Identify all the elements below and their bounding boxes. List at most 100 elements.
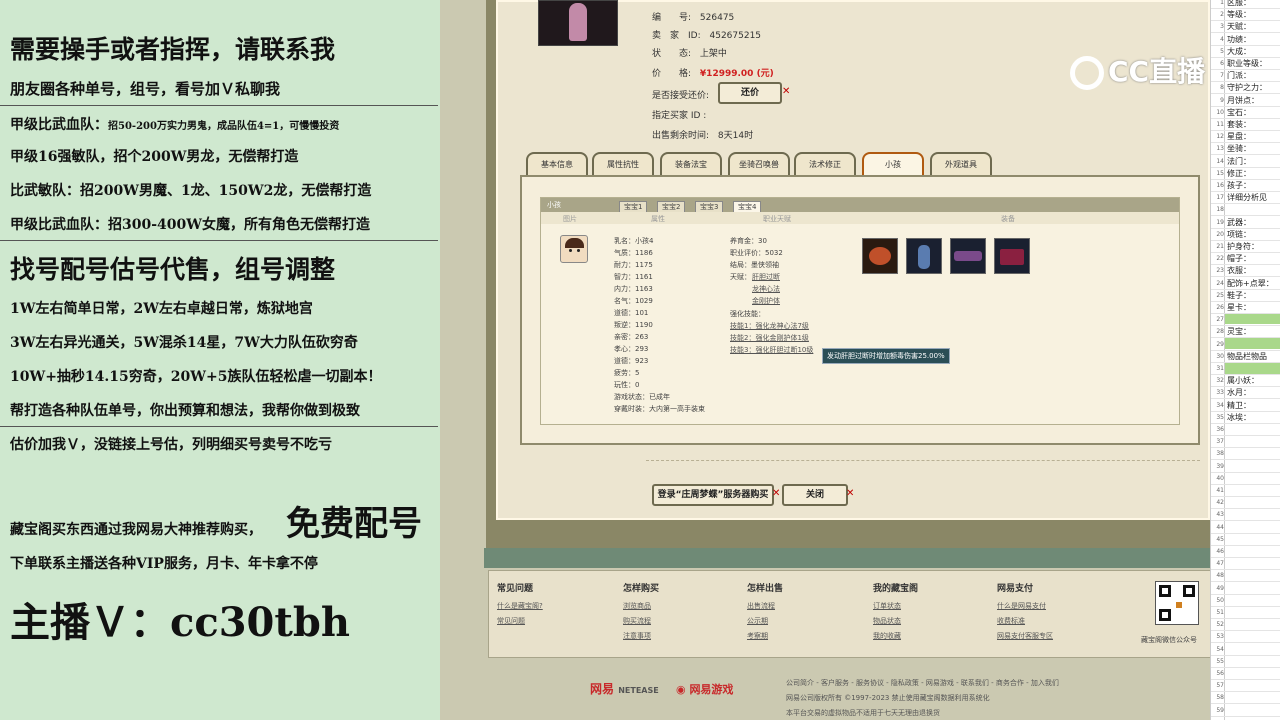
skill-link[interactable]: 技能3：强化肝胆过断10级 [730, 345, 813, 355]
child-equip-slot[interactable] [862, 238, 898, 274]
sheet-cell[interactable]: 坐骑： [1227, 143, 1251, 154]
sheet-cell[interactable]: 灵宝： [1227, 326, 1251, 337]
tab-basic-info[interactable]: 基本信息 [526, 152, 588, 176]
footer-link[interactable]: 什么是藏宝阁? [497, 601, 543, 611]
col-header-image: 图片 [563, 215, 577, 223]
talent-link[interactable]: 龙神心法 [752, 284, 780, 294]
footer-link[interactable]: 浏览商品 [623, 601, 651, 611]
overlay-line: 估价加我Ｖ，没链接上号估，列明细买号卖号不吃亏 [10, 437, 332, 453]
close-icon: ✕ [772, 488, 781, 499]
sheet-row [1211, 93, 1280, 94]
sheet-row-number: 14 [1216, 158, 1224, 165]
child-equip-slot[interactable] [950, 238, 986, 274]
sheet-cell[interactable]: 武器： [1227, 217, 1251, 228]
sheet-cell[interactable]: 护身符： [1227, 241, 1259, 252]
tab-equipment[interactable]: 装备法宝 [660, 152, 722, 176]
sheet-cell[interactable]: 精卫： [1227, 400, 1251, 411]
footer-link[interactable]: 出售流程 [747, 601, 775, 611]
sheet-cell[interactable]: 法门： [1227, 156, 1251, 167]
sheet-row-number: 42 [1216, 499, 1224, 506]
sheet-row [1211, 642, 1280, 643]
sheet-cell[interactable]: 守护之力： [1227, 82, 1267, 93]
close-button[interactable]: 关闭 [782, 484, 848, 506]
talent-link[interactable]: 金刚护体 [752, 296, 780, 306]
sheet-cell[interactable]: 天赋： [1227, 21, 1251, 32]
sheet-cell[interactable]: 帽子： [1227, 253, 1251, 264]
overlay-headline: 需要操手或者指挥，请联系我 [10, 35, 336, 64]
sheet-cell[interactable]: 套装： [1227, 119, 1251, 130]
footer-link[interactable]: 我的收藏 [873, 631, 901, 641]
overlay-line: 比武敏队：招200W男魔、1龙、150W2龙，无偿帮打造 [10, 183, 372, 199]
sheet-row [1211, 630, 1280, 631]
sheet-cell[interactable]: 项链： [1227, 229, 1251, 240]
sheet-row [1211, 667, 1280, 668]
footer-link[interactable]: 收费标准 [997, 616, 1025, 626]
footer-bottom-links[interactable]: 公司简介 - 客户服务 - 服务协议 - 隐私政策 - 网易游戏 - 联系我们 … [786, 678, 1059, 688]
child-equip-slot[interactable] [994, 238, 1030, 274]
sheet-row-number: 31 [1216, 365, 1224, 372]
tab-child[interactable]: 小孩 [862, 152, 924, 176]
skill-link[interactable]: 技能1：强化龙神心法7级 [730, 321, 809, 331]
footer-link[interactable]: 公示期 [747, 616, 768, 626]
sheet-cell[interactable]: 配饰+点翠： [1227, 278, 1274, 289]
sheet-row [1211, 508, 1280, 509]
stream-watermark: CC直播 [1070, 50, 1205, 90]
sheet-cell[interactable]: 职业等级： [1227, 58, 1267, 69]
spreadsheet-panel: 1 区服： 2 等级： 3 天赋： 4 功绩： 5 大成： 6 职业等级： 7 门派： 8 守护之力： 9 月饼点… [1210, 0, 1280, 720]
sheet-cell[interactable]: 物品栏物品 [1227, 351, 1267, 362]
sheet-cell[interactable]: 星盘： [1227, 131, 1251, 142]
sheet-row-number: 38 [1216, 450, 1224, 457]
tab-spell-correction[interactable]: 法术修正 [794, 152, 856, 176]
sheet-cell[interactable]: 修正： [1227, 168, 1251, 179]
footer-link[interactable]: 购买流程 [623, 616, 651, 626]
sheet-row-number: 12 [1216, 133, 1224, 140]
sheet-cell[interactable]: 衣服： [1227, 265, 1251, 276]
footer-link[interactable]: 考察期 [747, 631, 768, 641]
sheet-row-number: 15 [1216, 170, 1224, 177]
child-attr: 名气：1029 [614, 297, 653, 305]
sheet-row-number: 26 [1216, 304, 1224, 311]
qr-code [1155, 581, 1199, 625]
sheet-cell[interactable]: 月饼点： [1227, 95, 1259, 106]
sheet-cell[interactable]: 大成： [1227, 46, 1251, 57]
skill-link[interactable]: 技能2：强化金刚护体1级 [730, 333, 809, 343]
tab-mounts-summons[interactable]: 坐骑召唤兽 [728, 152, 790, 176]
sheet-cell[interactable]: 水月： [1227, 387, 1251, 398]
footer-link[interactable]: 什么是网易支付 [997, 601, 1046, 611]
sheet-row [1211, 423, 1280, 424]
highlight-row [1225, 363, 1280, 374]
skill-tooltip: 发动肝胆过断时增加额毒伤害25.00% [822, 348, 950, 364]
overlay-line: 帮打造各种队伍单号，你出预算和想法，我帮你做到极致 [10, 403, 360, 419]
sheet-row [1211, 484, 1280, 485]
child-equip-slot[interactable] [906, 238, 942, 274]
login-server-purchase-button[interactable]: 登录“庄周梦蝶”服务器购买 [652, 484, 774, 506]
sheet-cell[interactable]: 宝石： [1227, 107, 1251, 118]
netease-logo: 网易 NETEASE [590, 682, 659, 696]
career-detail: 养育金：30 [730, 237, 767, 245]
footer-link[interactable]: 注意事项 [623, 631, 651, 641]
footer-link[interactable]: 物品状态 [873, 616, 901, 626]
sheet-row-number: 23 [1216, 267, 1224, 274]
sheet-cell[interactable]: 门派： [1227, 70, 1251, 81]
sheet-cell[interactable]: 属小妖： [1227, 375, 1259, 386]
sheet-cell[interactable]: 星卡： [1227, 302, 1251, 313]
career-detail: 强化技能： [730, 310, 765, 318]
talent-link[interactable]: 肝胆过断 [752, 272, 780, 282]
footer-link[interactable]: 网易支付客服专区 [997, 631, 1053, 641]
bargain-button[interactable]: 还价 [718, 82, 782, 104]
sheet-cell[interactable]: 详细分析见 [1227, 192, 1267, 203]
sheet-cell[interactable]: 鞋子： [1227, 290, 1251, 301]
listing-seller: 卖 家 ID: 452675215 [652, 31, 762, 41]
sheet-cell[interactable]: 冰埃： [1227, 412, 1251, 423]
sheet-row [1211, 594, 1280, 595]
sheet-row-number: 30 [1216, 353, 1224, 360]
tab-appearance[interactable]: 外观道具 [930, 152, 992, 176]
sheet-cell[interactable]: 孩子： [1227, 180, 1251, 191]
sheet-cell[interactable]: 功绩： [1227, 34, 1251, 45]
sheet-row-number: 33 [1216, 389, 1224, 396]
footer-link[interactable]: 订单状态 [873, 601, 901, 611]
tab-attributes[interactable]: 属性抗性 [592, 152, 654, 176]
sheet-cell[interactable]: 区服： [1227, 0, 1251, 8]
sheet-cell[interactable]: 等级： [1227, 9, 1251, 20]
footer-link[interactable]: 常见问题 [497, 616, 525, 626]
